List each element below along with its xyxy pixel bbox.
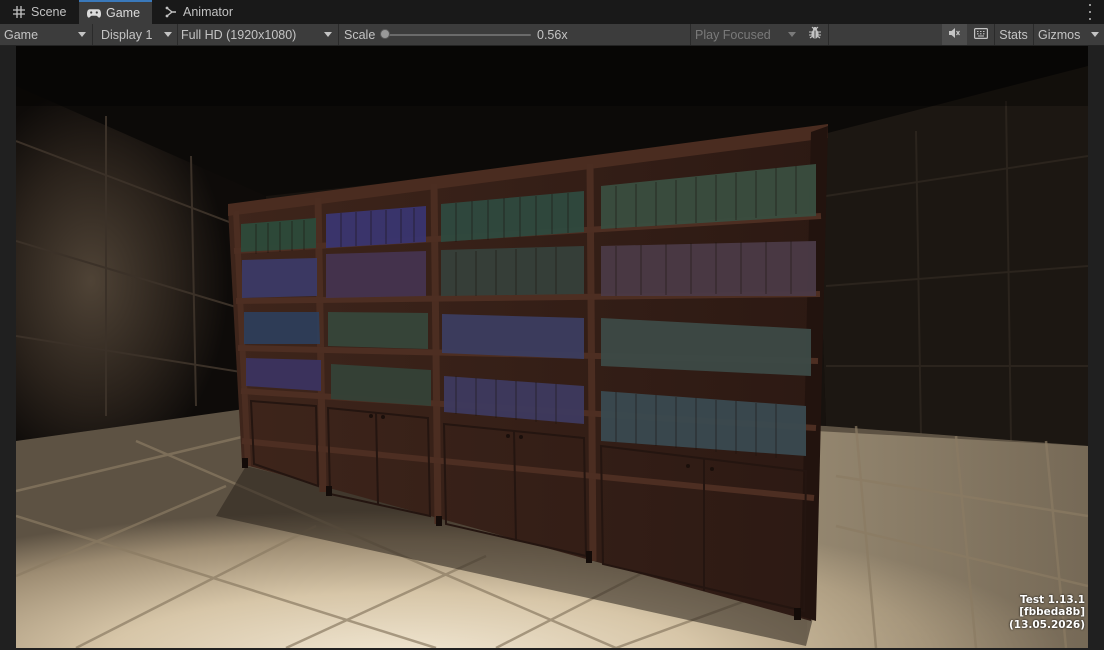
toolbar-divider (92, 24, 93, 45)
toolbar-divider (338, 24, 339, 45)
tab-animator-label: Animator (183, 5, 234, 19)
animator-icon (164, 5, 178, 19)
window-tab-bar: Scene Game Animator (0, 0, 1104, 24)
build-hash-line: [fbbeda8b] (1019, 606, 1085, 618)
mute-audio-icon (948, 27, 961, 42)
gizmos-dropdown[interactable]: Gizmos (1034, 24, 1104, 45)
bookshelf-scene (16, 46, 1088, 648)
bug-icon (808, 26, 822, 43)
scale-value: 0.56x (537, 27, 568, 42)
keyboard-shortcuts-button[interactable] (968, 24, 993, 45)
stats-button[interactable]: Stats (995, 24, 1032, 45)
resolution-dropdown[interactable]: Full HD (1920x1080) (177, 24, 337, 45)
tab-game[interactable]: Game (79, 0, 152, 24)
scale-slider-track[interactable] (384, 34, 531, 36)
view-type-dropdown[interactable]: Game (0, 24, 91, 45)
game-view-render[interactable]: Test 1.13.1 [fbbeda8b] (13.05.2026) (16, 46, 1088, 648)
tab-scene-label: Scene (31, 5, 67, 19)
chevron-down-icon (164, 32, 172, 37)
scale-label: Scale (344, 27, 376, 42)
play-mode-value: Play Focused (695, 27, 771, 42)
version-line: Test 1.13.1 (1019, 593, 1085, 606)
display-value: Display 1 (101, 27, 153, 42)
play-mode-dropdown[interactable]: Play Focused (691, 24, 801, 45)
scale-slider-handle[interactable] (380, 29, 390, 39)
tab-animator[interactable]: Animator (156, 0, 240, 24)
chevron-down-icon (1091, 32, 1099, 37)
chevron-down-icon (788, 32, 796, 37)
keyboard-icon (973, 27, 988, 42)
build-version-overlay: Test 1.13.1 [fbbeda8b] (13.05.2026) (1009, 594, 1085, 632)
grid-icon (12, 5, 26, 19)
chevron-down-icon (78, 32, 86, 37)
build-date-line: (13.05.2026) (1008, 618, 1085, 631)
tab-game-label: Game (106, 6, 141, 20)
mute-audio-button[interactable] (942, 24, 967, 45)
view-type-value: Game (4, 27, 39, 42)
chevron-down-icon (324, 32, 332, 37)
gizmos-label: Gizmos (1038, 27, 1081, 42)
more-options-icon[interactable] (1084, 4, 1096, 20)
gamepad-icon (87, 6, 101, 20)
display-dropdown[interactable]: Display 1 (97, 24, 177, 45)
tab-scene[interactable]: Scene (6, 0, 76, 24)
debug-button[interactable] (802, 24, 828, 45)
toolbar-divider (828, 24, 829, 45)
resolution-value: Full HD (1920x1080) (181, 27, 297, 42)
